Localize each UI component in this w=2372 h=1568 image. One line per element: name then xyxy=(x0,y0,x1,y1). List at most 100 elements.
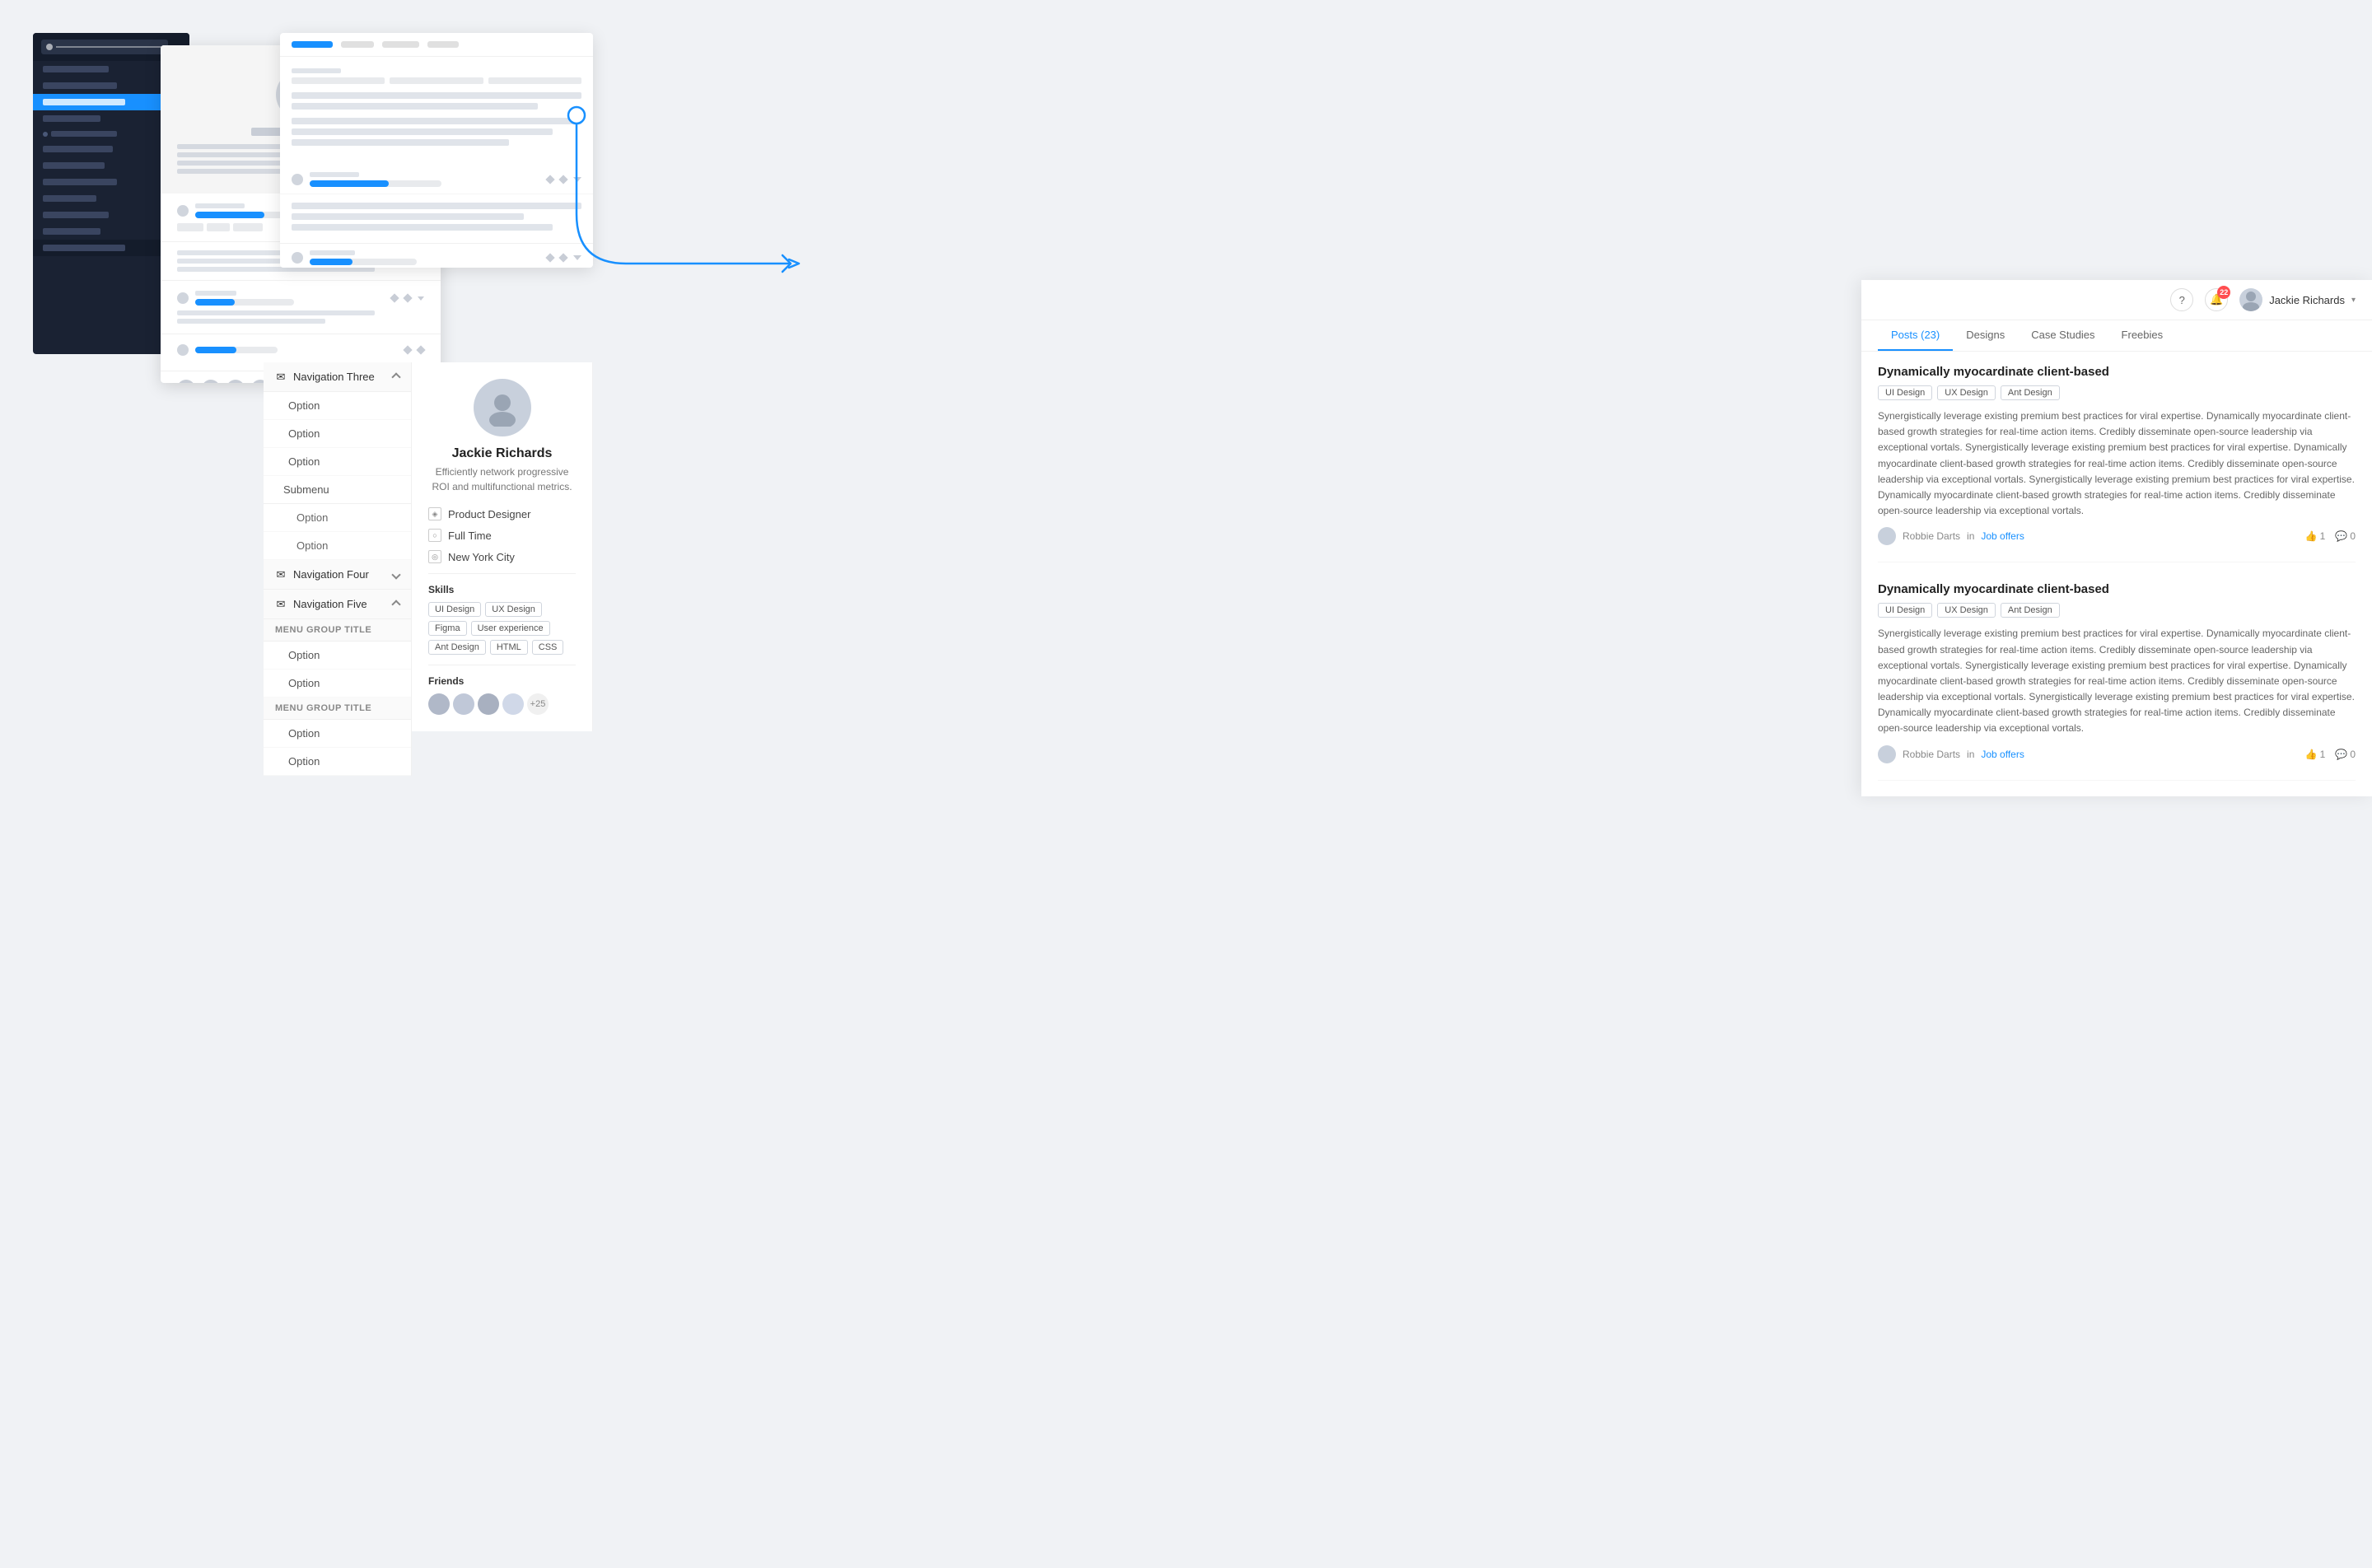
post-2-meta: Robbie Darts in Job offers 👍 1 💬 0 xyxy=(1878,745,2356,763)
group2-option-2[interactable]: Option xyxy=(264,748,411,776)
search-line xyxy=(56,46,163,48)
submenu-header[interactable]: Submenu xyxy=(264,476,411,504)
post-1-tag-2: Ant Design xyxy=(2001,385,2060,400)
skills-tags: UI Design UX Design Figma User experienc… xyxy=(428,602,576,655)
profile-bio: Efficiently network progressive ROI and … xyxy=(428,464,576,494)
chevron-down-nav4 xyxy=(391,570,400,579)
nav-four-header[interactable]: ✉ Navigation Four xyxy=(264,560,411,590)
form-section-1 xyxy=(280,166,593,194)
post-1-in: in xyxy=(1967,530,1974,542)
form-tab-2[interactable] xyxy=(341,41,374,48)
friend-avatar-2 xyxy=(453,693,474,715)
chevron-up-nav5 xyxy=(391,600,400,609)
nav-three-option-1[interactable]: Option xyxy=(264,392,411,420)
post-2-tag-1: UX Design xyxy=(1937,603,1996,618)
post-2-body: Synergistically leverage existing premiu… xyxy=(1878,626,2356,736)
nav-five-left: ✉ Navigation Five xyxy=(275,598,367,610)
profile-avatar xyxy=(474,379,531,436)
form-tab-3[interactable] xyxy=(382,41,419,48)
chevron-form-icon-2 xyxy=(573,255,581,260)
group1-option-1[interactable]: Option xyxy=(264,642,411,670)
friends-more[interactable]: +25 xyxy=(527,693,549,715)
feed-top-bar: ? 🔔 22 Jackie Richards ▾ xyxy=(1861,280,2372,320)
notification-button[interactable]: 🔔 22 xyxy=(2205,288,2228,311)
profile-icon-3 xyxy=(177,344,189,356)
nav-four-left: ✉ Navigation Four xyxy=(275,568,369,581)
nav-three-option-3[interactable]: Option xyxy=(264,448,411,476)
mail-icon-3: ✉ xyxy=(275,599,287,610)
diamond-form-2 xyxy=(558,175,567,184)
profile-detail-panel: Jackie Richards Efficiently network prog… xyxy=(412,362,593,731)
nav-five-label: Navigation Five xyxy=(293,598,367,610)
nav-three-left: ✉ Navigation Three xyxy=(275,371,375,383)
post-1-comments[interactable]: 💬 0 xyxy=(2335,530,2356,542)
chevron-icon-2 xyxy=(418,296,424,301)
post-1-title: Dynamically myocardinate client-based xyxy=(1878,365,2356,379)
post-2-author-avatar xyxy=(1878,745,1896,763)
form-row-3 xyxy=(292,118,581,146)
profile-employment-row: ○ Full Time xyxy=(428,529,576,542)
user-dropdown-icon[interactable]: ▾ xyxy=(2351,296,2356,305)
sidebar-item-label xyxy=(43,99,125,105)
submenu-option-1[interactable]: Option xyxy=(264,504,411,532)
group1-option-2[interactable]: Option xyxy=(264,670,411,698)
friends-row: +25 xyxy=(428,693,576,715)
sidebar-dot xyxy=(43,132,48,137)
nav-five-header[interactable]: ✉ Navigation Five xyxy=(264,590,411,619)
post-1-tag-1: UX Design xyxy=(1937,385,1996,400)
form-tab-4[interactable] xyxy=(427,41,459,48)
nav-three-option-2[interactable]: Option xyxy=(264,420,411,448)
post-2-likes[interactable]: 👍 1 xyxy=(2305,749,2326,760)
tab-freebies[interactable]: Freebies xyxy=(2108,320,2177,351)
diamond-form-3 xyxy=(545,253,554,262)
user-info[interactable]: Jackie Richards ▾ xyxy=(2239,288,2356,311)
post-1-likes[interactable]: 👍 1 xyxy=(2305,530,2326,542)
employment-icon: ○ xyxy=(428,529,441,542)
friend-avatar-1 xyxy=(428,693,450,715)
post-1-tag-0: UI Design xyxy=(1878,385,1932,400)
search-dot xyxy=(46,44,53,50)
post-2-comments[interactable]: 💬 0 xyxy=(2335,749,2356,760)
diamond-icon-5 xyxy=(403,345,412,354)
diamond-icon-3 xyxy=(390,293,399,302)
chevron-up-icon xyxy=(391,372,400,381)
form-tab-active[interactable] xyxy=(292,41,333,48)
profile-role-row: ◈ Product Designer xyxy=(428,507,576,520)
profile-employment: Full Time xyxy=(448,530,492,542)
skill-tag-4: Ant Design xyxy=(428,640,486,655)
post-1-author-avatar xyxy=(1878,527,1896,545)
skill-tag-2: Figma xyxy=(428,621,467,636)
diamond-icon-4 xyxy=(403,293,412,302)
nav-three-label: Navigation Three xyxy=(293,371,375,383)
post-1-body: Synergistically leverage existing premiu… xyxy=(1878,408,2356,519)
profile-role: Product Designer xyxy=(448,508,530,520)
post-2-in: in xyxy=(1967,749,1974,760)
tab-case-studies[interactable]: Case Studies xyxy=(2018,320,2108,351)
submenu-option-2[interactable]: Option xyxy=(264,532,411,560)
skill-tag-1: UX Design xyxy=(485,602,542,617)
sidebar-search[interactable] xyxy=(41,40,168,54)
feed-panel: ? 🔔 22 Jackie Richards ▾ Posts (23) Desi… xyxy=(1861,280,2372,796)
menu-group-title-1: Menu Group Title xyxy=(264,619,411,642)
nav-three-header[interactable]: ✉ Navigation Three xyxy=(264,362,411,392)
post-2-title: Dynamically myocardinate client-based xyxy=(1878,582,2356,596)
skill-tag-0: UI Design xyxy=(428,602,481,617)
form-text-block xyxy=(280,194,593,244)
arrow-connector xyxy=(560,99,857,313)
nav-menu-panel: ✉ Navigation Three Option Option Option … xyxy=(264,362,412,776)
post-1-author: Robbie Darts xyxy=(1903,530,1960,542)
post-1-link[interactable]: Job offers xyxy=(1981,530,2024,542)
tab-designs[interactable]: Designs xyxy=(1953,320,2018,351)
post-2-link[interactable]: Job offers xyxy=(1981,749,2024,760)
sidebar-item-label xyxy=(43,82,117,89)
tab-posts[interactable]: Posts (23) xyxy=(1878,320,1953,351)
help-button[interactable]: ? xyxy=(2170,288,2193,311)
profile-location: New York City xyxy=(448,551,515,563)
friend-avatar-3 xyxy=(478,693,499,715)
sidebar-item-label xyxy=(43,66,109,72)
sidebar-item-label xyxy=(43,162,105,169)
profile-name: Jackie Richards xyxy=(428,446,576,461)
group2-option-1[interactable]: Option xyxy=(264,720,411,748)
sidebar-item-label xyxy=(43,195,96,202)
diamond-form-4 xyxy=(558,253,567,262)
